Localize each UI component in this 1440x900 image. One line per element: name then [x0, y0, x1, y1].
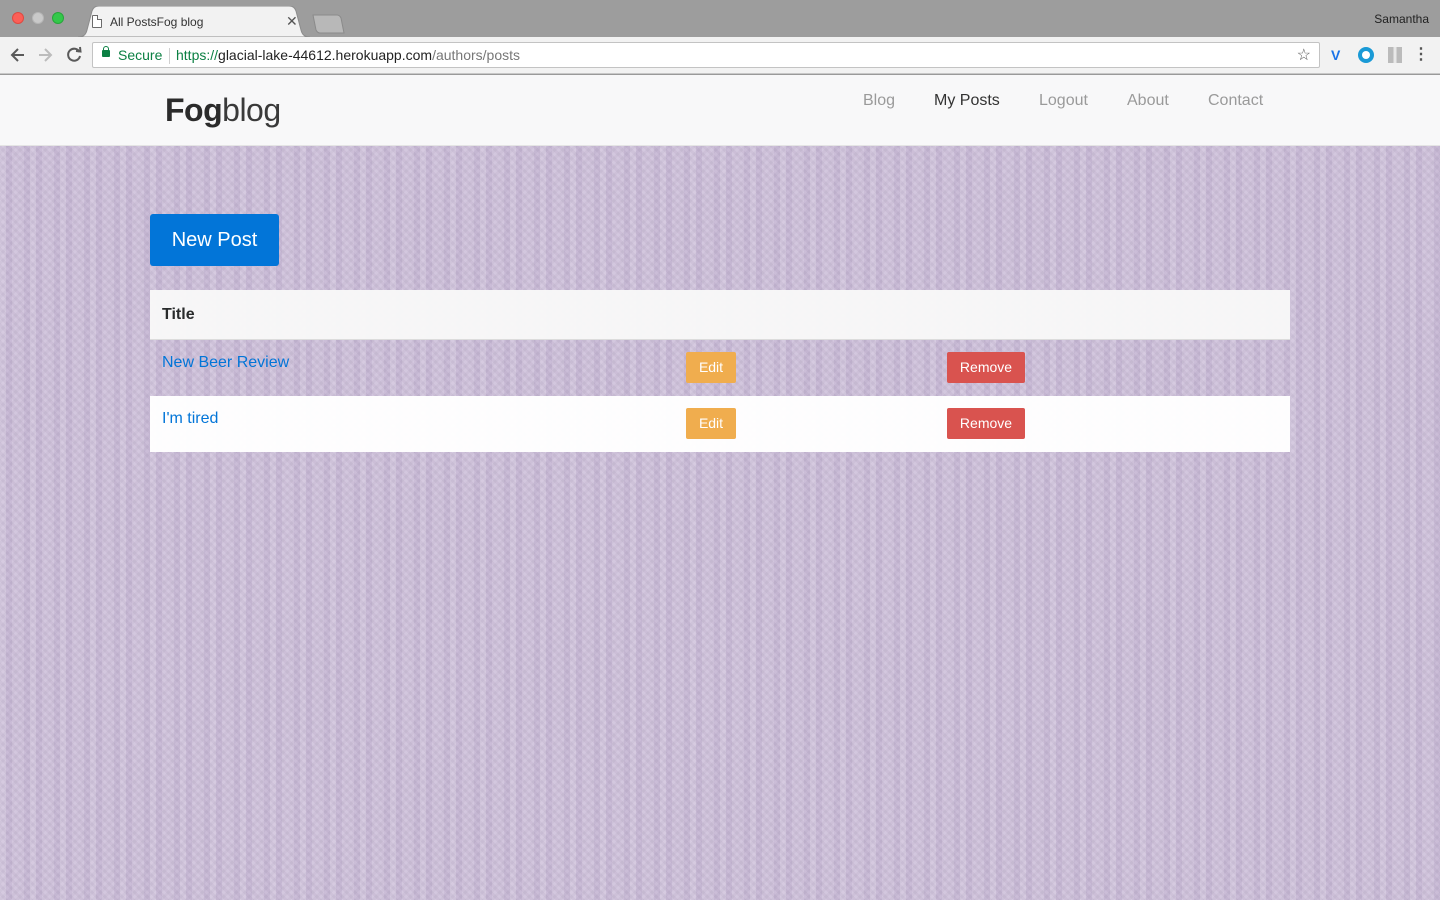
site-logo[interactable]: Fogblog	[165, 92, 281, 129]
forward-arrow-icon[interactable]	[35, 45, 55, 65]
nav-item-logout[interactable]: Logout	[1039, 92, 1088, 110]
nav-item-contact[interactable]: Contact	[1208, 92, 1263, 110]
back-arrow-icon[interactable]	[8, 45, 28, 65]
browser-tabstrip: All PostsFog blog ✕ Samantha	[0, 0, 1440, 37]
extension-icon[interactable]	[1358, 47, 1374, 63]
maximize-window-button[interactable]	[52, 12, 64, 24]
remove-button[interactable]: Remove	[947, 352, 1025, 383]
reload-icon[interactable]	[64, 45, 84, 65]
brand-light: blog	[222, 92, 281, 128]
site-navbar: Fogblog Blog My Posts Logout About Conta…	[0, 75, 1440, 146]
new-tab-button[interactable]	[311, 14, 345, 34]
posts-table: Title New Beer Review Edit Remove I'm ti…	[150, 290, 1290, 452]
url-host: glacial-lake-44612.herokuapp.com	[218, 47, 433, 63]
tab-title: All PostsFog blog	[110, 15, 204, 29]
page-icon	[92, 15, 102, 28]
address-bar[interactable]: Secure https://glacial-lake-44612.heroku…	[92, 42, 1320, 68]
tab-close-icon[interactable]: ✕	[286, 13, 298, 29]
brand-bold: Fog	[165, 92, 223, 128]
post-title-link[interactable]: I'm tired	[162, 410, 218, 428]
profile-name[interactable]: Samantha	[1374, 12, 1429, 26]
star-icon[interactable]: ☆	[1297, 45, 1311, 65]
url-text[interactable]: https://glacial-lake-44612.herokuapp.com…	[176, 47, 520, 63]
table-row: I'm tired Edit Remove	[150, 396, 1290, 452]
extension-icon[interactable]: V	[1331, 47, 1345, 63]
address-separator	[169, 48, 170, 64]
column-header-title: Title	[162, 306, 195, 323]
post-title-link[interactable]: New Beer Review	[162, 354, 289, 372]
new-post-button[interactable]: New Post	[150, 214, 279, 266]
remove-button[interactable]: Remove	[947, 408, 1025, 439]
edit-button[interactable]: Edit	[686, 408, 736, 439]
table-row: New Beer Review Edit Remove	[150, 340, 1290, 396]
url-scheme: https://	[176, 47, 219, 63]
nav-item-about[interactable]: About	[1127, 92, 1169, 110]
nav-item-blog[interactable]: Blog	[863, 92, 895, 110]
browser-toolbar: Secure https://glacial-lake-44612.heroku…	[0, 37, 1440, 74]
menu-dots-icon[interactable]: ⋮	[1413, 46, 1429, 64]
close-window-button[interactable]	[12, 12, 24, 24]
browser-tab-active[interactable]: All PostsFog blog ✕	[78, 6, 310, 37]
page-viewport: Fogblog Blog My Posts Logout About Conta…	[0, 75, 1440, 900]
secure-label: Secure	[118, 47, 163, 63]
table-header: Title	[150, 290, 1290, 340]
edit-button[interactable]: Edit	[686, 352, 736, 383]
nav-item-my-posts[interactable]: My Posts	[934, 92, 1000, 110]
minimize-window-button[interactable]	[32, 12, 44, 24]
url-path: /authors/posts	[432, 47, 520, 63]
extension-icon[interactable]	[1388, 47, 1402, 63]
lock-icon	[102, 46, 110, 57]
